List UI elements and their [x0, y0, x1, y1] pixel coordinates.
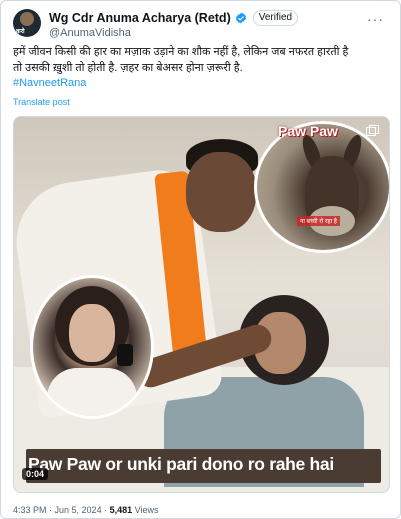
verified-badge-icon[interactable]: [235, 12, 247, 24]
tweet-text-line: तो उसकी ख़ुशी तो होती है. ज़हर का बेअसर …: [13, 61, 243, 74]
verified-label[interactable]: Verified: [252, 10, 299, 26]
post-time[interactable]: 4:33 PM: [13, 505, 47, 515]
name-row: Wg Cdr Anuma Acharya (Retd) Verified: [49, 10, 299, 26]
views-label: Views: [132, 505, 159, 515]
video-caption: Paw Paw or unki pari dono ro rahe hai: [28, 454, 334, 474]
video-duration: 0:04: [22, 468, 49, 480]
avatar-badge: करो: [16, 29, 25, 35]
avatar[interactable]: करो: [13, 9, 41, 37]
hashtag-link[interactable]: #NavneetRana: [13, 76, 388, 92]
post-date[interactable]: Jun 5, 2024: [55, 505, 102, 515]
views-count: 5,481: [109, 505, 133, 515]
microphone: [117, 344, 133, 366]
video-player[interactable]: ना बच्ची रो रहा है Paw Paw Paw Paw or un…: [13, 116, 390, 493]
tweet-text: हमें जीवन किसी की हार का मज़ाक उड़ाने का…: [13, 45, 388, 92]
donkey-inset: ना बच्ची रो रहा है: [254, 121, 389, 253]
tweet-card: करो Wg Cdr Anuma Acharya (Retd) Verified…: [0, 0, 401, 519]
meta-separator: ·: [101, 505, 110, 515]
copy-icon: [366, 125, 379, 136]
overlay-title: Paw Paw: [278, 123, 338, 139]
more-options-icon[interactable]: ···: [367, 11, 384, 27]
translate-post-link[interactable]: Translate post: [13, 97, 70, 107]
tweet-meta: 4:33 PM · Jun 5, 2024 · 5,481 Views: [13, 505, 158, 515]
tweet-header: करो Wg Cdr Anuma Acharya (Retd) Verified…: [13, 9, 388, 45]
portrait-face: [69, 304, 115, 362]
woman-portrait-inset: [30, 275, 154, 419]
author-name[interactable]: Wg Cdr Anuma Acharya (Retd): [49, 11, 231, 25]
meta-separator: ·: [46, 505, 55, 515]
avatar-face: [20, 12, 34, 26]
author-handle[interactable]: @AnumaVidisha: [49, 27, 131, 39]
man-head: [186, 152, 256, 232]
tweet-text-line: हमें जीवन किसी की हार का मज़ाक उड़ाने का…: [13, 46, 349, 58]
portrait-shirt: [47, 368, 137, 416]
inset-subtitle: ना बच्ची रो रहा है: [297, 216, 340, 226]
